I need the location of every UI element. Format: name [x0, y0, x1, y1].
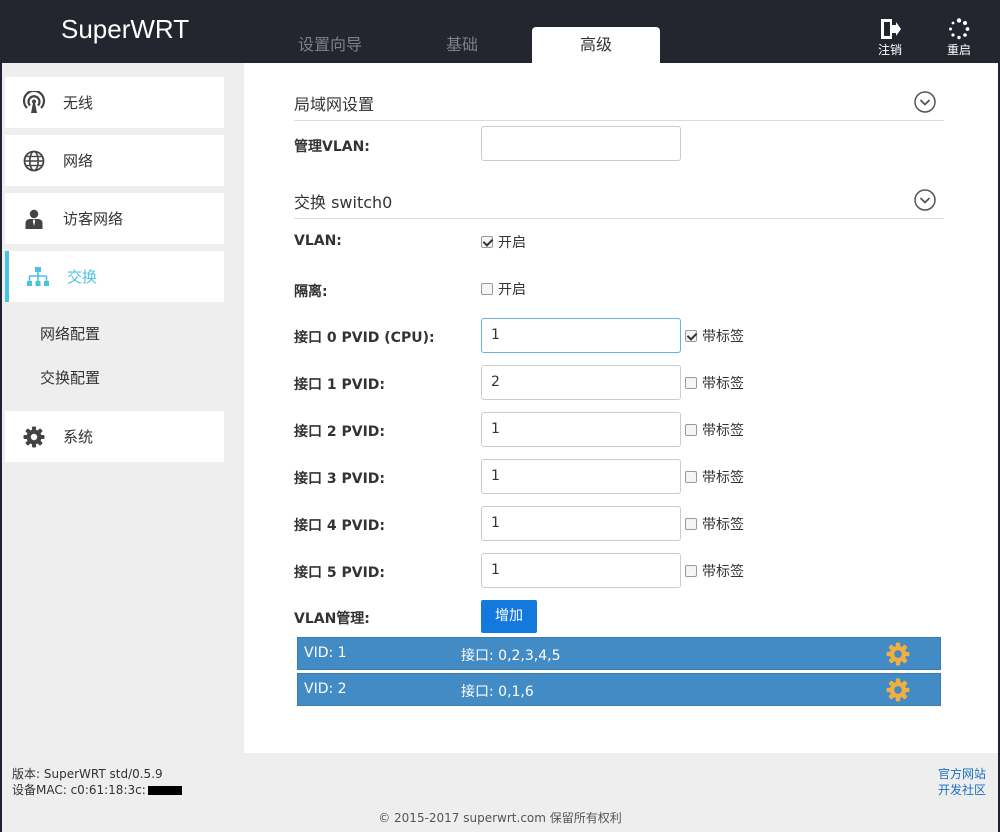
- main-content: 局域网设置 管理VLAN: 交换 switch0 VLAN: 开启 隔离: 开启…: [244, 63, 998, 753]
- guest-user-icon: [21, 209, 47, 229]
- switch-network-icon: [25, 266, 51, 288]
- tagged-label: 带标签: [702, 470, 744, 486]
- checkbox-unchecked[interactable]: [481, 283, 493, 295]
- tab-setup-wizard[interactable]: 设置向导: [270, 27, 390, 63]
- logout-button[interactable]: 注销: [870, 18, 910, 58]
- vlan-vid: VID: 2: [304, 681, 347, 697]
- sidebar-item-guest-network[interactable]: 访客网络: [5, 193, 224, 244]
- port5-pvid-label: 接口 5 PVID:: [294, 565, 386, 581]
- sidebar-item-label: 系统: [63, 428, 94, 446]
- tagged-label: 带标签: [702, 329, 744, 345]
- sidebar-item-label: 交换: [67, 268, 98, 286]
- logout-icon: [881, 19, 901, 39]
- tagged-label: 带标签: [702, 423, 744, 439]
- sidebar-item-label: 访客网络: [63, 210, 124, 228]
- vlan-vid: VID: 1: [304, 645, 347, 661]
- port4-pvid-label: 接口 4 PVID:: [294, 518, 386, 534]
- port0-tagged-checkbox[interactable]: 带标签: [685, 326, 744, 346]
- sidebar-item-label: 网络: [63, 152, 94, 170]
- add-vlan-button[interactable]: 增加: [481, 600, 537, 633]
- wireless-icon: [21, 90, 47, 115]
- isolate-enable-text: 开启: [498, 282, 526, 298]
- checkbox-unchecked[interactable]: [685, 565, 697, 577]
- brand-logo: SuperWRT: [61, 14, 190, 44]
- vlan-ports: 接口: 0,1,6: [461, 684, 534, 700]
- checkbox-unchecked[interactable]: [685, 377, 697, 389]
- sidebar: 无线 网络 访客网络 交换 网络配置 交换配置 系统: [2, 63, 244, 753]
- port4-pvid-input[interactable]: 1: [481, 506, 681, 541]
- port5-tagged-checkbox[interactable]: 带标签: [685, 561, 744, 581]
- port4-tagged-checkbox[interactable]: 带标签: [685, 514, 744, 534]
- switch-section-title: 交换 switch0: [294, 193, 393, 212]
- tagged-label: 带标签: [702, 517, 744, 533]
- chevron-down-icon[interactable]: [914, 91, 936, 117]
- logout-label: 注销: [877, 43, 902, 57]
- vlan-enable-text: 开启: [498, 235, 526, 251]
- footer-links: 官方网站 开发社区: [938, 766, 986, 798]
- device-mac-row: 设备MAC: c0:61:18:3c:: [12, 782, 182, 798]
- checkbox-checked[interactable]: [481, 236, 493, 248]
- globe-icon: [21, 150, 47, 172]
- port2-pvid-label: 接口 2 PVID:: [294, 424, 386, 440]
- checkbox-unchecked[interactable]: [685, 424, 697, 436]
- tab-basic[interactable]: 基础: [402, 27, 522, 63]
- chevron-down-icon[interactable]: [914, 189, 936, 215]
- isolate-checkbox[interactable]: 开启: [481, 279, 526, 299]
- port2-tagged-checkbox[interactable]: 带标签: [685, 420, 744, 440]
- sidebar-item-switch[interactable]: 交换: [5, 251, 224, 302]
- port3-tagged-checkbox[interactable]: 带标签: [685, 467, 744, 487]
- tab-advanced[interactable]: 高级: [532, 27, 660, 63]
- vlan-row[interactable]: VID: 1 接口: 0,2,3,4,5: [297, 637, 941, 670]
- vlan-mgmt-label: VLAN管理:: [294, 611, 370, 627]
- checkbox-checked[interactable]: [685, 330, 697, 342]
- vlan-ports: 接口: 0,2,3,4,5: [461, 648, 561, 664]
- reboot-spinner-icon: [949, 18, 970, 40]
- vlan-enable-checkbox[interactable]: 开启: [481, 232, 526, 252]
- vlan-enable-label: VLAN:: [294, 233, 342, 249]
- mac-redaction: [147, 786, 182, 795]
- mgmt-vlan-input[interactable]: [481, 126, 681, 161]
- official-site-link[interactable]: 官方网站: [938, 766, 986, 782]
- checkbox-unchecked[interactable]: [685, 471, 697, 483]
- port2-pvid-input[interactable]: 1: [481, 412, 681, 447]
- top-header: SuperWRT 设置向导 基础 高级 注销 重启: [0, 0, 1000, 63]
- vlan-row[interactable]: VID: 2 接口: 0,1,6: [297, 673, 941, 706]
- gear-icon: [21, 426, 47, 448]
- mgmt-vlan-label: 管理VLAN:: [294, 139, 370, 155]
- sidebar-item-label: 无线: [63, 94, 94, 112]
- reboot-label: 重启: [946, 43, 971, 57]
- sidebar-subitem-switch-config[interactable]: 交换配置: [40, 367, 100, 388]
- port3-pvid-input[interactable]: 1: [481, 459, 681, 494]
- tagged-label: 带标签: [702, 564, 744, 580]
- reboot-button[interactable]: 重启: [939, 18, 979, 58]
- sidebar-item-wireless[interactable]: 无线: [5, 77, 224, 128]
- device-info: 版本: SuperWRT std/0.5.9 设备MAC: c0:61:18:3…: [12, 766, 182, 798]
- lan-section-title: 局域网设置: [294, 95, 375, 114]
- port1-pvid-label: 接口 1 PVID:: [294, 377, 386, 393]
- copyright: © 2015-2017 superwrt.com 保留所有权利: [378, 811, 622, 825]
- port1-tagged-checkbox[interactable]: 带标签: [685, 373, 744, 393]
- firmware-version: 版本: SuperWRT std/0.5.9: [12, 767, 163, 781]
- switch-section-header[interactable]: 交换 switch0: [294, 189, 944, 219]
- lan-section-header[interactable]: 局域网设置: [294, 91, 944, 121]
- sidebar-item-network[interactable]: 网络: [5, 135, 224, 186]
- device-mac: 设备MAC: c0:61:18:3c:: [12, 783, 146, 797]
- gear-icon[interactable]: [886, 642, 910, 670]
- sidebar-subitem-network-config[interactable]: 网络配置: [40, 323, 100, 344]
- gear-icon[interactable]: [886, 678, 910, 706]
- footer: 版本: SuperWRT std/0.5.9 设备MAC: c0:61:18:3…: [2, 753, 998, 832]
- isolate-label: 隔离:: [294, 284, 328, 300]
- port0-pvid-label: 接口 0 PVID (CPU):: [294, 330, 435, 346]
- tagged-label: 带标签: [702, 376, 744, 392]
- port0-pvid-input[interactable]: 1: [481, 318, 681, 353]
- dev-community-link[interactable]: 开发社区: [938, 782, 986, 798]
- port5-pvid-input[interactable]: 1: [481, 553, 681, 588]
- port1-pvid-input[interactable]: 2: [481, 365, 681, 400]
- sidebar-item-system[interactable]: 系统: [5, 411, 224, 462]
- port3-pvid-label: 接口 3 PVID:: [294, 471, 386, 487]
- checkbox-unchecked[interactable]: [685, 518, 697, 530]
